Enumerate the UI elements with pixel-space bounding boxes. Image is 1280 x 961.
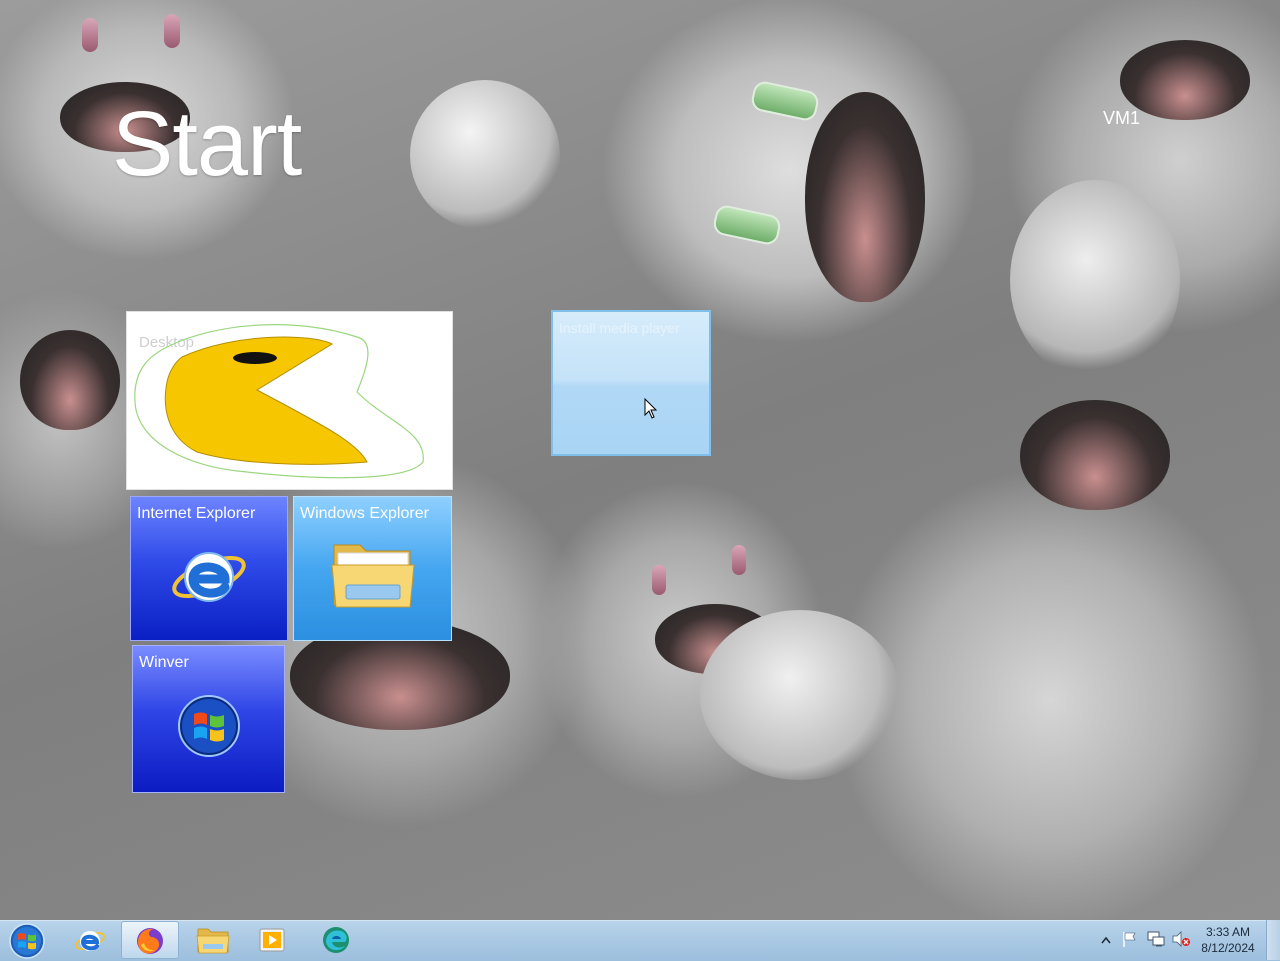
clock-date: 8/12/2024: [1201, 941, 1255, 955]
folder-icon: [331, 544, 415, 608]
wallpaper-figure-mouth: [20, 330, 120, 430]
wallpaper-figure-mouth: [805, 92, 925, 302]
windows-logo-icon: [178, 695, 240, 757]
windows-explorer-tile[interactable]: Windows Explorer: [293, 496, 452, 641]
user-account-name[interactable]: VM1: [1103, 108, 1140, 129]
wallpaper-figure-eye: [652, 565, 666, 595]
installing-app-tile[interactable]: Install media player: [551, 310, 711, 456]
mouse-cursor-icon: [644, 398, 658, 419]
wallpaper-figure-eye: [732, 545, 746, 575]
desktop-tile[interactable]: Desktop: [126, 311, 453, 490]
volume-muted-icon[interactable]: [1171, 930, 1191, 948]
winver-tile-label: Winver: [139, 654, 189, 671]
pacman-wallpaper-icon: [134, 324, 424, 479]
internet-explorer-tile-label: Internet Explorer: [137, 505, 256, 522]
media-player-icon: [259, 928, 285, 952]
winver-tile[interactable]: Winver: [132, 645, 285, 793]
ie-icon: [172, 552, 246, 602]
ie-icon: [74, 931, 106, 951]
wallpaper-figure-eye: [749, 79, 821, 123]
taskbar-windows-explorer-button[interactable]: [184, 921, 242, 959]
wallpaper-figure-eye: [711, 203, 783, 247]
taskbar-media-player-button[interactable]: [244, 921, 302, 959]
action-center-flag-icon[interactable]: [1121, 930, 1139, 948]
wallpaper-figure-hand: [700, 610, 900, 780]
wallpaper-figure-eye: [82, 18, 98, 52]
taskbar-internet-explorer-button[interactable]: [62, 921, 120, 959]
wallpaper-figure-mouth: [1020, 400, 1170, 510]
edge-icon: [323, 927, 349, 953]
wallpaper-figure-hand: [410, 80, 560, 230]
folder-icon: [196, 928, 230, 954]
wallpaper-figure-eye: [164, 14, 180, 48]
installing-app-tile-label: Install media player: [559, 320, 680, 336]
windows-explorer-tile-label: Windows Explorer: [300, 505, 429, 522]
windows-orb-icon[interactable]: [8, 922, 46, 960]
taskbar-firefox-button[interactable]: [121, 921, 179, 959]
show-desktop-button[interactable]: [1266, 920, 1280, 960]
wallpaper-figure-hand: [1010, 180, 1180, 380]
network-icon[interactable]: [1146, 930, 1166, 948]
clock-time: 3:33 AM: [1205, 925, 1251, 939]
firefox-icon: [137, 928, 163, 954]
taskbar-clock[interactable]: 3:33 AM 8/12/2024: [1196, 924, 1260, 956]
start-title: Start: [112, 93, 302, 195]
internet-explorer-tile[interactable]: Internet Explorer: [130, 496, 288, 641]
show-hidden-icons-icon[interactable]: [1101, 936, 1111, 944]
taskbar-edge-button[interactable]: [308, 921, 366, 959]
